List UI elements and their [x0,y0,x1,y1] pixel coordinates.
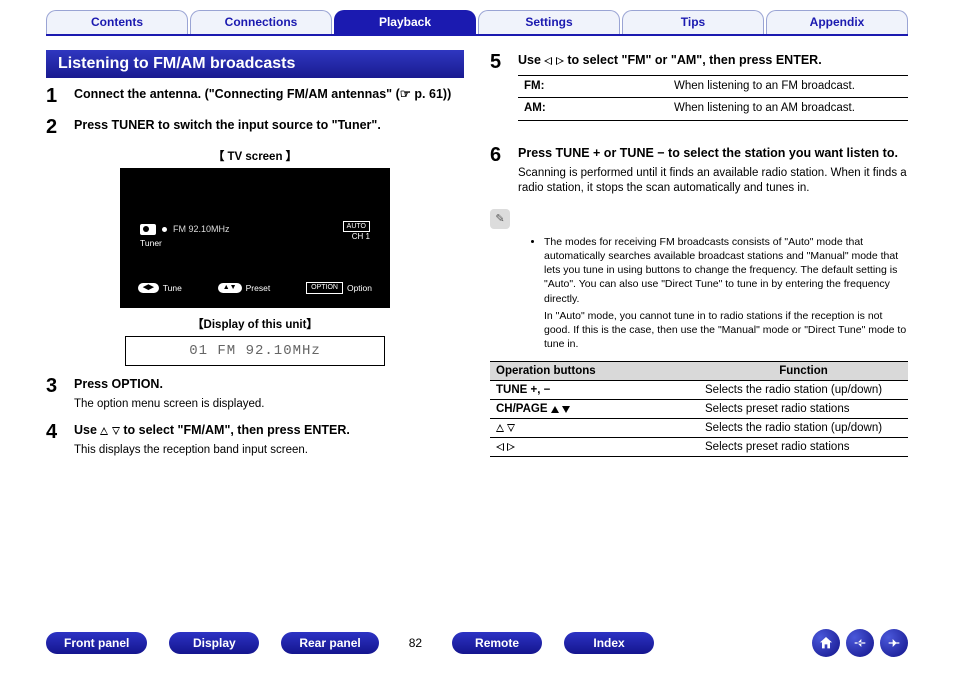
dot-icon [162,227,167,232]
tab-playback[interactable]: Playback [334,10,476,34]
fm-am-table: FM: When listening to an FM broadcast. A… [518,75,908,121]
table-row: TUNE +, − Selects the radio station (up/… [490,381,908,400]
note-2: In "Auto" mode, you cannot tune in to ra… [544,309,908,352]
step-5-title: Use to select "FM" or "AM", then press E… [518,52,908,69]
tab-settings[interactable]: Settings [478,10,620,34]
op-button: CH/PAGE [490,400,699,419]
triangle-down-icon [507,424,515,432]
home-icon [818,635,834,651]
step-number: 6 [490,145,508,197]
op-function: Selects the radio station (up/down) [699,419,908,438]
triangle-left-icon [544,57,552,65]
remote-button[interactable]: Remote [452,632,542,654]
triangle-up-solid-icon [551,406,559,413]
op-button [490,438,699,457]
step-number: 1 [46,86,64,107]
table-row: Selects the radio station (up/down) [490,419,908,438]
option-btn-icon: OPTION [306,282,343,294]
next-page-button[interactable] [880,629,908,657]
unit-display: 01 FM 92.10MHz [125,336,385,366]
triangle-up-icon [100,427,108,435]
tv-option-label: Option [347,283,372,293]
step-1: 1 Connect the antenna. ("Connecting FM/A… [46,86,464,107]
triangle-down-solid-icon [562,406,570,413]
pill-lr-icon: ◀▶ [138,283,159,293]
top-nav: Contents Connections Playback Settings T… [0,0,954,34]
prev-page-button[interactable] [846,629,874,657]
step-4-note: This displays the reception band input s… [74,443,464,459]
unit-caption: 【Display of this unit】 [46,316,464,332]
table-row: Selects preset radio stations [490,438,908,457]
page-body: Listening to FM/AM broadcasts 1 Connect … [0,36,954,471]
rear-panel-button[interactable]: Rear panel [281,632,378,654]
step-3: 3 Press OPTION. The option menu screen i… [46,376,464,412]
step-number: 5 [490,52,508,135]
step-number: 4 [46,422,64,458]
step-number: 2 [46,117,64,138]
step-2-title: Press TUNER to switch the input source t… [74,117,464,134]
operation-table: Operation buttons Function TUNE +, − Sel… [490,361,908,457]
step-4: 4 Use to select "FM/AM", then press ENTE… [46,422,464,458]
arrow-left-icon [852,635,868,651]
ops-head-a: Operation buttons [490,362,699,381]
am-desc: When listening to an AM broadcast. [668,98,908,121]
page-number: 82 [401,636,430,650]
arrow-right-icon [886,635,902,651]
tv-tuner-label: Tuner [140,238,162,248]
step-6-title: Press TUNE + or TUNE − to select the sta… [518,145,908,162]
op-function: Selects preset radio stations [699,400,908,419]
table-row: CH/PAGE Selects preset radio stations [490,400,908,419]
step-5: 5 Use to select "FM" or "AM", then press… [490,52,908,135]
tv-auto-badge: AUTO [343,221,370,232]
triangle-up-icon [496,424,504,432]
step-3-title: Press OPTION. [74,376,464,393]
nav-circles [812,629,908,657]
tv-tune-label: Tune [163,283,182,293]
section-title: Listening to FM/AM broadcasts [46,50,464,78]
tuner-icon [140,224,156,235]
tab-connections[interactable]: Connections [190,10,332,34]
triangle-right-icon [556,57,564,65]
tv-preset-label: Preset [246,283,271,293]
table-row: FM: When listening to an FM broadcast. [518,75,908,98]
home-button[interactable] [812,629,840,657]
step-3-note: The option menu screen is displayed. [74,397,464,413]
triangle-down-icon [112,427,120,435]
note-1: The modes for receiving FM broadcasts co… [544,235,908,306]
op-function: Selects the radio station (up/down) [699,381,908,400]
tv-band-text: FM 92.10MHz [173,224,230,234]
pill-ud-icon: ▲▼ [218,283,242,293]
left-column: Listening to FM/AM broadcasts 1 Connect … [46,46,464,471]
footer: Front panel Display Rear panel 82 Remote… [0,629,954,657]
triangle-left-icon [496,443,504,451]
right-column: 5 Use to select "FM" or "AM", then press… [490,46,908,471]
step-4-title: Use to select "FM/AM", then press ENTER. [74,422,464,439]
op-button [490,419,699,438]
display-button[interactable]: Display [169,632,259,654]
step-number: 3 [46,376,64,412]
front-panel-button[interactable]: Front panel [46,632,147,654]
op-function: Selects preset radio stations [699,438,908,457]
step-2: 2 Press TUNER to switch the input source… [46,117,464,138]
tab-appendix[interactable]: Appendix [766,10,908,34]
tv-screen-mock: FM 92.10MHz Tuner AUTO CH 1 ◀▶ Tune ▲▼ Pre… [120,168,390,308]
fm-label: FM: [518,75,668,98]
triangle-right-icon [507,443,515,451]
tv-caption: 【 TV screen 】 [46,148,464,164]
fm-desc: When listening to an FM broadcast. [668,75,908,98]
notes-block: The modes for receiving FM broadcasts co… [490,235,908,351]
note-icon: ✎ [490,209,510,229]
ops-head-b: Function [699,362,908,381]
step-6: 6 Press TUNE + or TUNE − to select the s… [490,145,908,197]
tab-tips[interactable]: Tips [622,10,764,34]
step-6-note: Scanning is performed until it finds an … [518,166,908,197]
table-row: AM: When listening to an AM broadcast. [518,98,908,121]
am-label: AM: [518,98,668,121]
op-button: TUNE +, − [490,381,699,400]
index-button[interactable]: Index [564,632,654,654]
table-header: Operation buttons Function [490,362,908,381]
tab-contents[interactable]: Contents [46,10,188,34]
tv-channel: CH 1 [352,232,370,241]
step-1-title: Connect the antenna. ("Connecting FM/AM … [74,86,464,103]
